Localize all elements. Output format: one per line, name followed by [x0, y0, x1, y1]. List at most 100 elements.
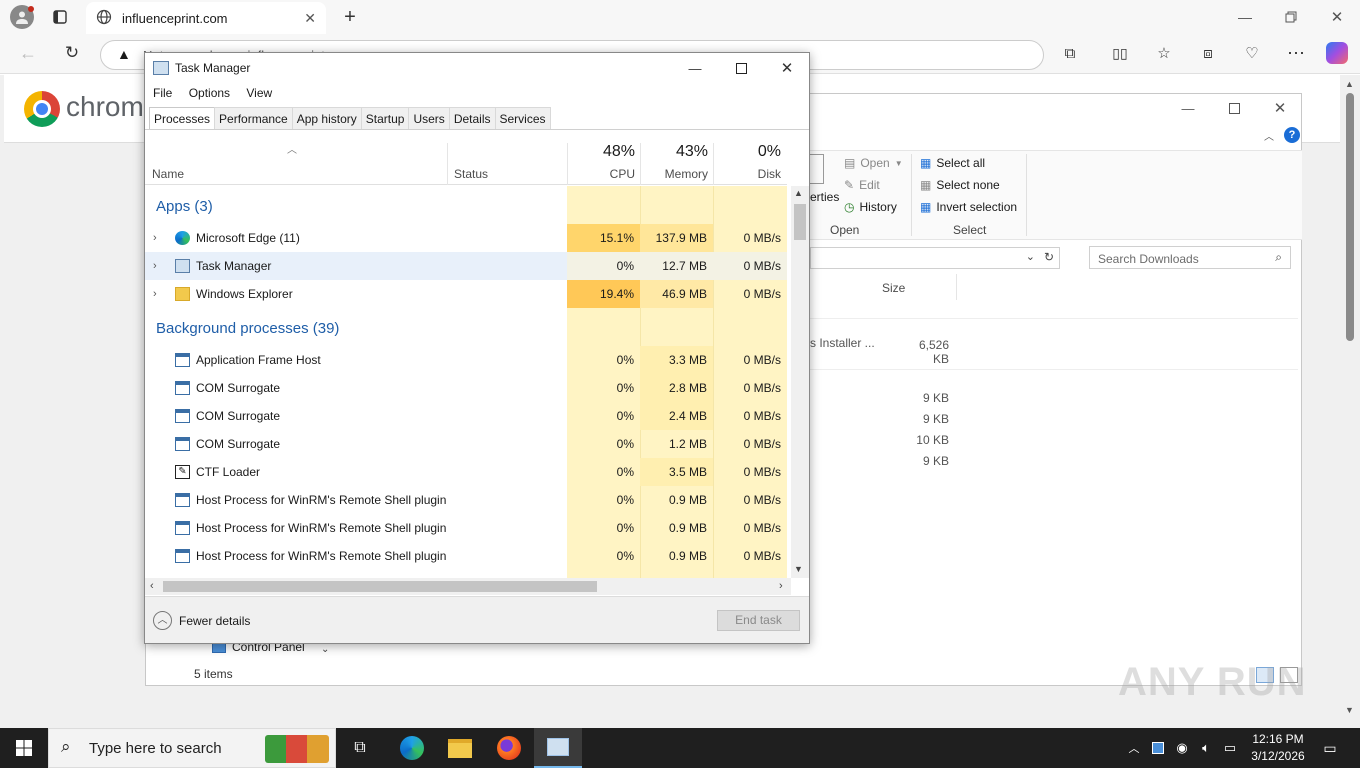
explorer-maximize-icon[interactable] — [1222, 98, 1246, 118]
process-row-selected[interactable]: › Task Manager 0% 12.7 MB 0 MB/s — [145, 252, 787, 280]
edge-taskbar-icon[interactable] — [390, 728, 434, 768]
tab-users[interactable]: Users — [408, 107, 450, 129]
scrollbar-thumb[interactable] — [1346, 93, 1354, 341]
properties-label[interactable]: erties — [810, 190, 839, 204]
process-row[interactable]: Host Process for WinRM's Remote Shell pl… — [145, 542, 787, 570]
history-button[interactable]: ◷ History — [844, 200, 897, 214]
tab-processes[interactable]: Processes — [149, 107, 216, 130]
network-icon[interactable]: ▭ — [1220, 728, 1240, 768]
apps-group-header[interactable]: Apps (3) — [156, 198, 213, 215]
process-list-vscrollbar[interactable]: ▲ ▼ — [791, 186, 809, 578]
copilot-icon[interactable] — [1326, 42, 1348, 64]
close-window-icon[interactable]: ✕ — [1324, 5, 1350, 29]
tm-maximize-icon[interactable] — [729, 57, 753, 79]
fewer-details-button[interactable]: ︿ Fewer details — [153, 611, 250, 630]
address-field[interactable]: ⌄ ↻ — [810, 247, 1060, 269]
scroll-down-icon[interactable]: ▼ — [1345, 705, 1354, 715]
task-manager-taskbar-icon[interactable] — [534, 728, 582, 768]
refresh-icon[interactable]: ↻ — [1044, 250, 1054, 264]
tab-details[interactable]: Details — [448, 107, 496, 129]
menu-file[interactable]: File — [153, 86, 172, 100]
invert-selection-button[interactable]: ▦ Invert selection — [920, 200, 1017, 214]
scroll-up-icon[interactable]: ▲ — [794, 188, 803, 198]
col-memory[interactable]: Memory — [640, 167, 708, 181]
process-row[interactable]: COM Surrogate 0% 2.4 MB 0 MB/s — [145, 402, 787, 430]
start-button[interactable] — [0, 728, 48, 768]
col-cpu[interactable]: CPU — [567, 167, 635, 181]
minimize-icon[interactable]: — — [1232, 5, 1258, 29]
expand-chevron-icon[interactable]: › — [153, 224, 157, 252]
page-scrollbar[interactable]: ▲ ▼ — [1342, 75, 1360, 728]
close-tab-icon[interactable]: ✕ — [304, 10, 316, 27]
menu-options[interactable]: Options — [189, 86, 230, 100]
edit-button[interactable]: ✎ Edit — [844, 178, 880, 192]
tab-app-history[interactable]: App history — [291, 107, 362, 129]
collapse-ribbon-icon[interactable]: ︿ — [1264, 128, 1274, 143]
restore-icon[interactable] — [1278, 5, 1304, 29]
firefox-taskbar-icon[interactable] — [486, 728, 532, 768]
menu-view[interactable]: View — [246, 86, 272, 100]
col-name[interactable]: Name — [152, 167, 184, 181]
open-button[interactable]: ▤ Open ▼ — [844, 156, 903, 170]
process-row[interactable]: ✎ CTF Loader 0% 3.5 MB 0 MB/s — [145, 458, 787, 486]
collections-icon[interactable]: ⧈ — [1196, 41, 1220, 65]
new-tab-icon[interactable]: + — [338, 5, 362, 29]
scrollbar-thumb[interactable] — [794, 204, 806, 240]
column-divider — [956, 274, 957, 300]
size-column-header[interactable]: Size — [882, 281, 905, 295]
scroll-right-icon[interactable]: › — [779, 580, 783, 592]
search-icon[interactable]: ⌕ — [1275, 250, 1282, 265]
clock[interactable]: 12:16 PM 3/12/2026 — [1246, 731, 1310, 765]
process-list-hscrollbar[interactable]: ‹ › — [145, 578, 791, 595]
process-row[interactable]: › Windows Explorer 19.4% 46.9 MB 0 MB/s — [145, 280, 787, 308]
back-icon[interactable]: ← — [16, 41, 40, 65]
more-options-icon[interactable]: ⋯ — [1284, 41, 1308, 65]
taskbar-search-box[interactable]: ⌕ Type here to search — [48, 728, 336, 768]
end-task-button[interactable]: End task — [717, 610, 800, 631]
select-all-button[interactable]: ▦ Select all — [920, 156, 985, 170]
select-none-button[interactable]: ▦ Select none — [920, 178, 1000, 192]
col-status[interactable]: Status — [454, 167, 488, 181]
process-row[interactable]: Host Process for WinRM's Remote Shell pl… — [145, 486, 787, 514]
expand-chevron-icon[interactable]: › — [153, 252, 157, 280]
process-row[interactable]: COM Surrogate 0% 1.2 MB 0 MB/s — [145, 430, 787, 458]
scroll-up-icon[interactable]: ▲ — [1345, 79, 1354, 89]
scrollbar-thumb[interactable] — [163, 581, 597, 592]
search-downloads-input[interactable]: Search Downloads ⌕ — [1089, 246, 1291, 269]
show-hidden-icons-icon[interactable]: ︿ — [1124, 728, 1144, 768]
tab-performance[interactable]: Performance — [214, 107, 293, 129]
file-explorer-taskbar-icon[interactable] — [438, 728, 482, 768]
browser-essentials-icon[interactable]: ♡ — [1240, 41, 1264, 65]
refresh-icon[interactable]: ↻ — [60, 41, 84, 65]
tab-services[interactable]: Services — [494, 107, 551, 129]
notifications-icon[interactable]: ▭ — [1316, 728, 1344, 768]
help-icon[interactable]: ? — [1284, 127, 1300, 143]
volume-icon[interactable]: 🔈︎ — [1196, 728, 1216, 768]
explorer-minimize-icon[interactable]: — — [1176, 98, 1200, 118]
browser-tab[interactable]: influenceprint.com ✕ — [86, 2, 326, 34]
process-row[interactable]: Host Process for WinRM's Remote Shell pl… — [145, 514, 787, 542]
process-row[interactable]: COM Surrogate 0% 2.8 MB 0 MB/s — [145, 374, 787, 402]
expand-chevron-icon[interactable]: › — [153, 280, 157, 308]
process-row[interactable]: Application Frame Host 0% 3.3 MB 0 MB/s — [145, 346, 787, 374]
meet-now-icon[interactable]: ◉ — [1172, 728, 1192, 768]
extensions-icon[interactable]: ⧉ — [1058, 41, 1082, 65]
process-row[interactable]: › Microsoft Edge (11) 15.1% 137.9 MB 0 M… — [145, 224, 787, 252]
dropdown-chevron-icon[interactable]: ⌄ — [1026, 250, 1035, 263]
tab-startup[interactable]: Startup — [360, 107, 410, 129]
split-screen-icon[interactable]: ▯▯ — [1108, 41, 1132, 65]
nav-expand-icon[interactable]: ⌄ — [321, 644, 329, 655]
network-device-icon[interactable] — [1148, 728, 1168, 768]
favorites-icon[interactable]: ☆ — [1152, 41, 1176, 65]
scroll-left-icon[interactable]: ‹ — [150, 580, 154, 592]
process-disk: 0 MB/s — [743, 549, 781, 563]
task-view-icon[interactable]: ⧉ — [340, 728, 380, 768]
explorer-close-icon[interactable]: ✕ — [1268, 98, 1292, 118]
file-name[interactable]: s Installer ... — [810, 336, 875, 350]
tm-close-icon[interactable]: ✕ — [775, 57, 799, 79]
scroll-down-icon[interactable]: ▼ — [794, 564, 803, 574]
tab-actions-icon[interactable] — [48, 5, 72, 29]
col-disk[interactable]: Disk — [713, 167, 781, 181]
tm-minimize-icon[interactable]: — — [683, 57, 707, 79]
background-group-header[interactable]: Background processes (39) — [156, 320, 339, 337]
